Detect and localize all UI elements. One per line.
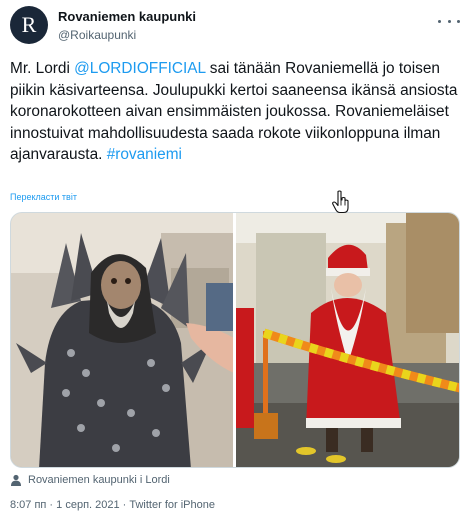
tweet-text-part: Mr. Lordi [10,60,75,77]
translate-tweet-link[interactable]: Перекласти твіт [10,192,77,202]
person-icon [11,474,21,486]
display-name[interactable]: Rovaniemen kaupunki [58,9,196,25]
mention-link[interactable]: @LORDIOFFICIAL [74,60,205,77]
author-names: Rovaniemen kaupunki @Roikaupunki [58,9,196,43]
tagged-users-text[interactable]: Rovaniemen kaupunki i Lordi [28,474,170,486]
svg-text:R: R [22,13,37,37]
tweet-header: R Rovaniemen kaupunki @Roikaupunki [10,6,460,46]
avatar-logo-icon: R [22,13,37,37]
user-handle[interactable]: @Roikaupunki [58,27,196,43]
avatar[interactable]: R [10,6,48,44]
santa-photo-illustration [236,213,459,467]
more-options-icon[interactable] [438,14,460,28]
hand-cursor-icon [332,190,349,214]
photo-lordi[interactable] [11,213,233,467]
tagged-users[interactable]: Rovaniemen kaupunki i Lordi [10,473,170,487]
lordi-photo-illustration [11,213,233,467]
tweet-timestamp-source[interactable]: 8:07 пп · 1 серп. 2021 · Twitter for iPh… [10,499,215,511]
hashtag-link[interactable]: #rovaniemi [107,146,182,163]
media-grid [10,212,460,468]
photo-santa[interactable] [236,213,459,467]
tweet-text: Mr. Lordi @LORDIOFFICIAL sai tänään Rova… [10,58,460,166]
